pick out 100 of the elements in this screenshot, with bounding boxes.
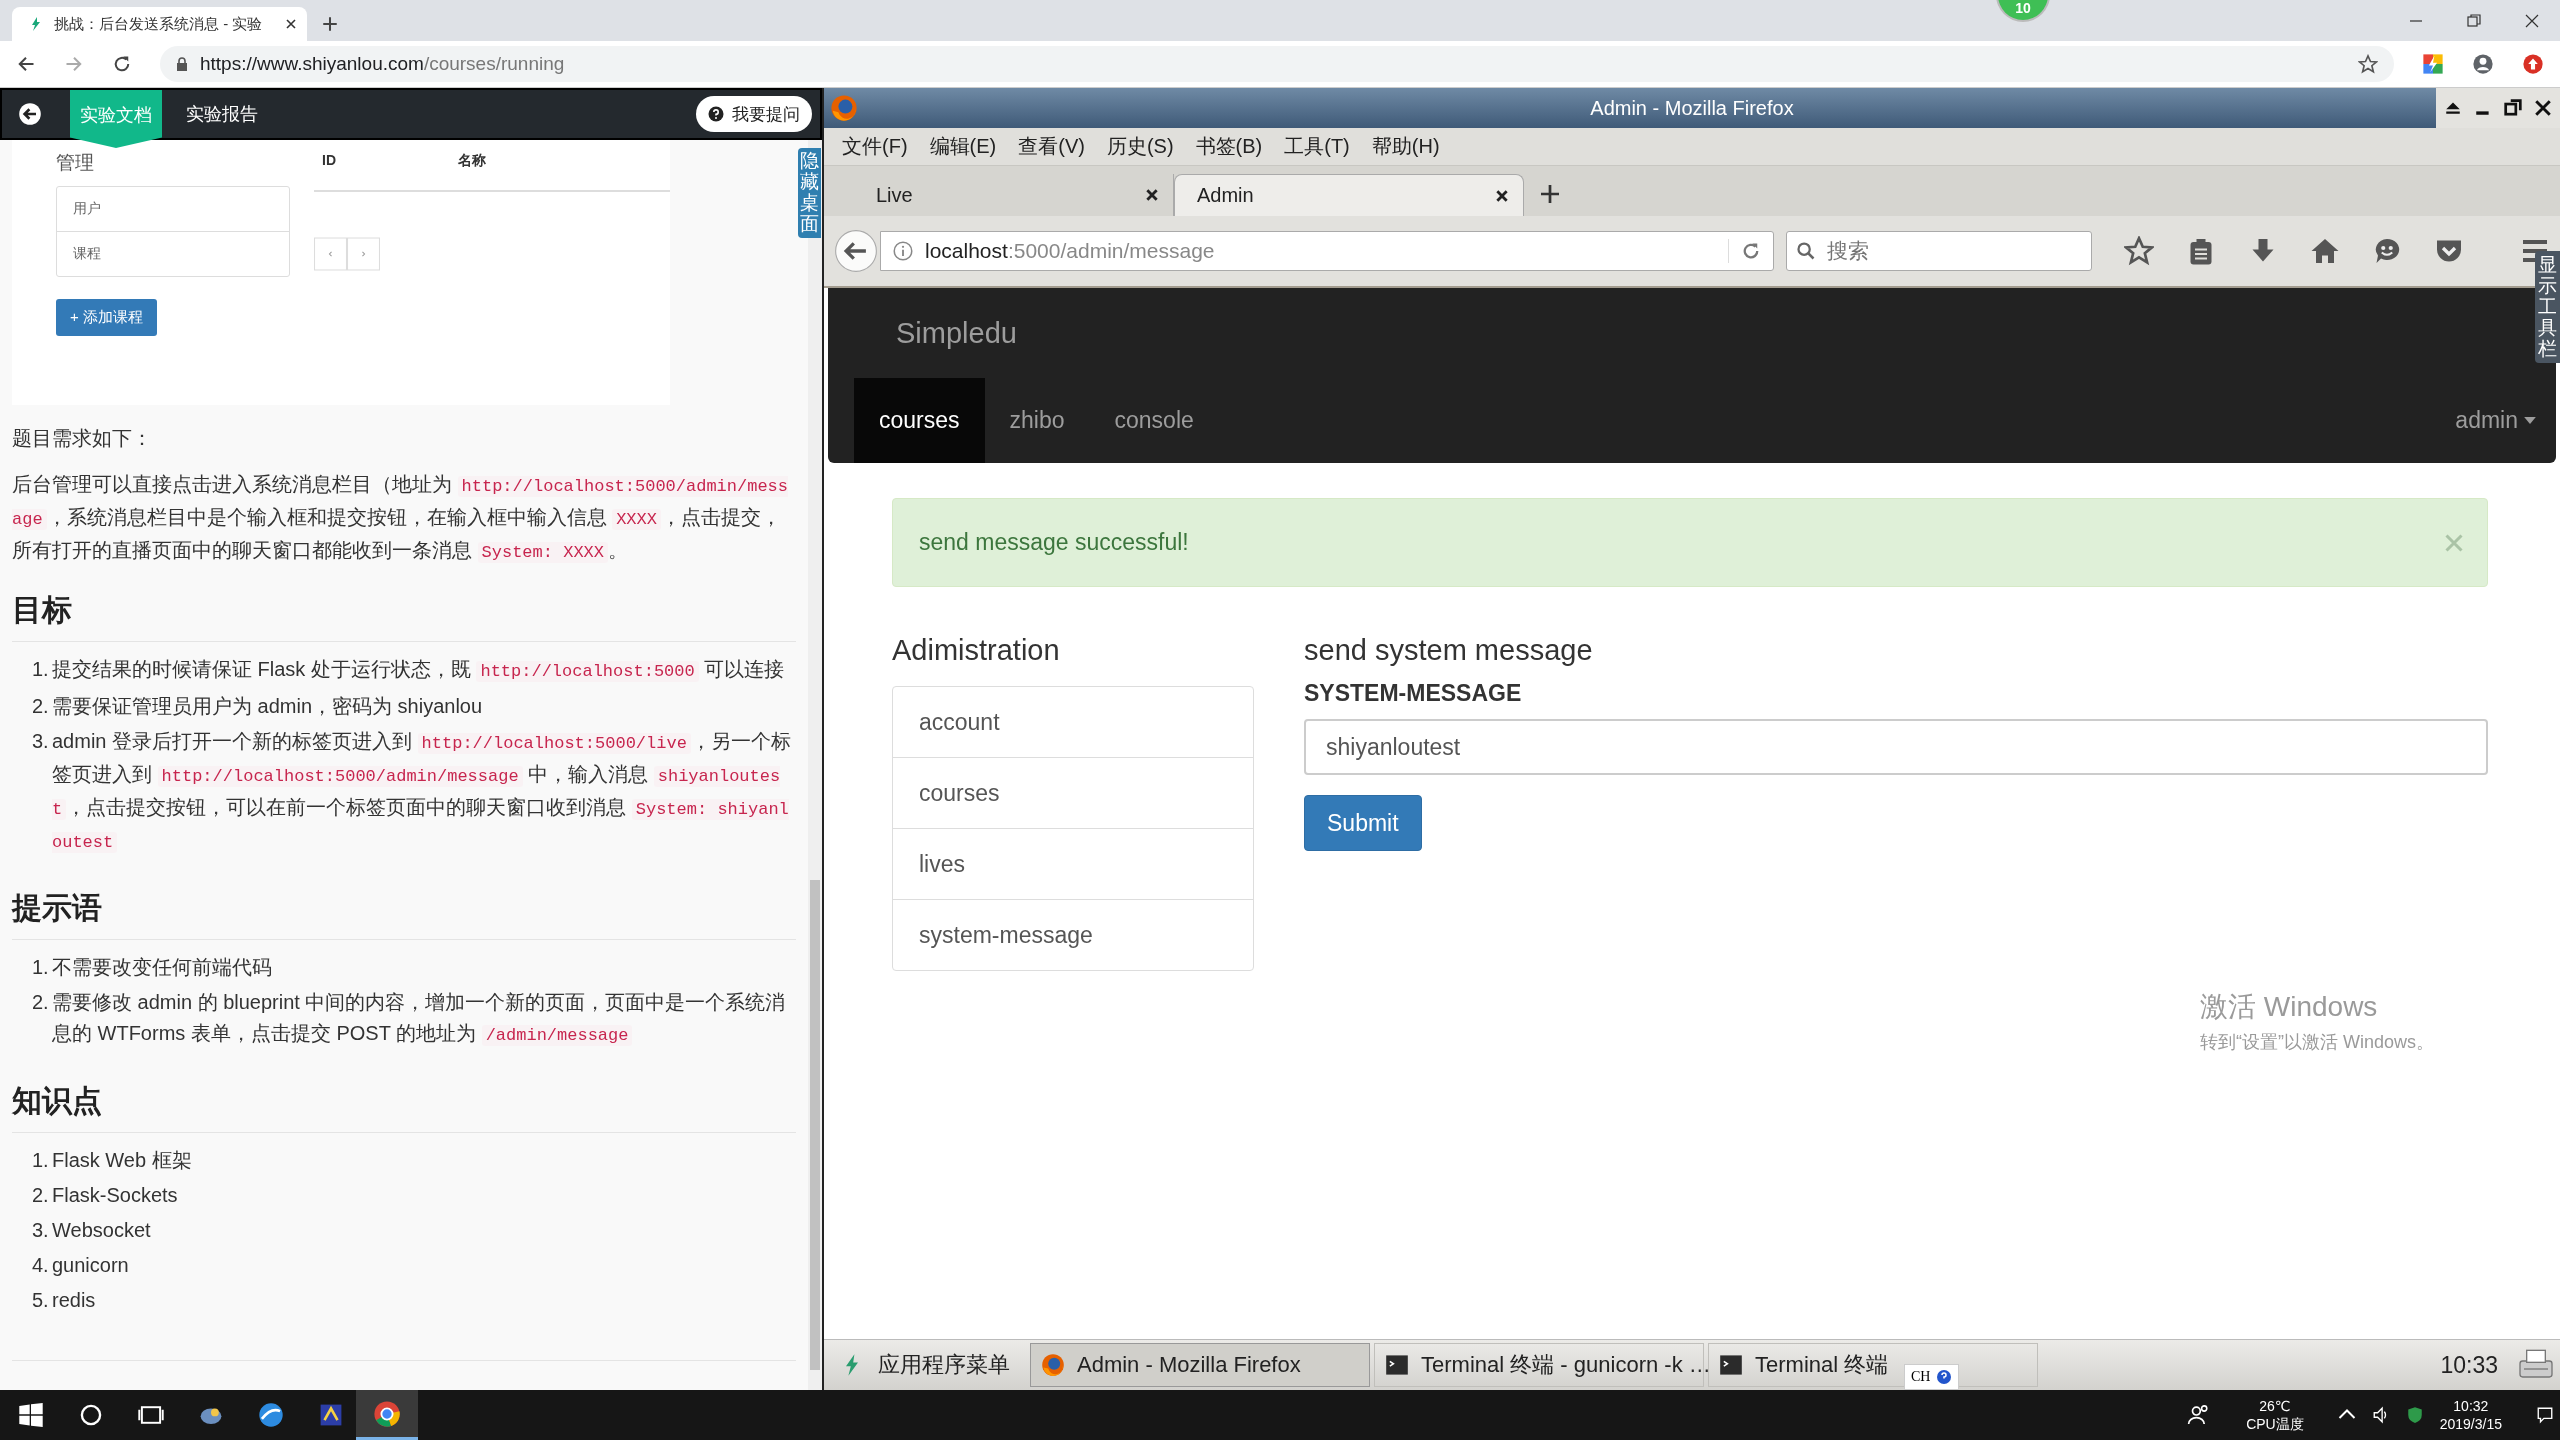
star-icon[interactable]	[2124, 236, 2154, 266]
list-item: 2. 需要保证管理员用户为 admin，密码为 shiyanlou	[32, 694, 484, 719]
help-icon	[708, 106, 724, 122]
menu-item[interactable]: 文件(F)	[832, 133, 918, 160]
brand-link[interactable]: Simpledu	[828, 288, 1017, 378]
sidebar-item[interactable]: lives	[893, 828, 1253, 899]
extension-icon[interactable]	[2422, 53, 2444, 75]
form-heading: send system message	[1304, 633, 1593, 668]
list-item: 4. gunicorn	[32, 1253, 130, 1278]
menu-item[interactable]: 历史(S)	[1096, 133, 1184, 160]
close-icon[interactable]	[1495, 188, 1509, 203]
back-icon[interactable]	[16, 54, 36, 74]
paragraph: 后台管理可以直接点击进入系统消息栏目（地址为 http://localhost:5000/admin/message ，系统消息栏目中是个输入框和提交按钮，在输入框中输入信息 XXXX ，点击提交，所有打开的直播页面中的聊天窗口都能收到一条消息 System: XXXX 。	[12, 472, 790, 565]
user-menu[interactable]: admin	[2455, 378, 2536, 463]
editor-app-icon[interactable]	[318, 1402, 344, 1428]
update-icon[interactable]	[2522, 53, 2544, 75]
close-icon[interactable]	[2534, 99, 2552, 117]
list-item: 2. Flask-Sockets	[32, 1183, 179, 1208]
reload-icon[interactable]	[112, 54, 132, 74]
address-bar[interactable]: localhost:5000/admin/message	[880, 231, 1774, 271]
intro-text: 题目需求如下：	[12, 426, 153, 451]
ask-button[interactable]: 我要提问	[696, 96, 812, 132]
reload-icon[interactable]	[1741, 241, 1761, 261]
shield-icon[interactable]	[2405, 1406, 2424, 1424]
section-heading: 提示语	[12, 888, 796, 940]
section-heading: 知识点	[12, 1081, 796, 1133]
caret-icon	[2524, 417, 2536, 424]
sidebar-item[interactable]: 课程	[57, 231, 289, 276]
list-item: 3. admin 登录后打开一个新的标签页进入到 http://localhost:5000/live ，另一个标签页进入到 http://localhost:5000/admin/message 中，输入消息 shiyanloutest ，点击提交按钮，可以在前一个标签页面中的聊天窗口收到消息 System: shiyanloutest	[32, 729, 792, 855]
back-icon[interactable]	[18, 102, 42, 126]
panel-clock: 10:33	[2440, 1351, 2498, 1379]
sensor-label: CPU温度	[2246, 1415, 2304, 1433]
maximize-icon[interactable]	[2504, 99, 2522, 117]
notification-badge: 10	[1996, 0, 2050, 22]
globe-app-icon[interactable]	[258, 1402, 284, 1428]
list-item: 3. Websocket	[32, 1218, 152, 1243]
hide-desktop-tab[interactable]: 隐藏桌面	[798, 148, 821, 238]
taskbar-app[interactable]	[356, 1390, 418, 1440]
menu-item[interactable]: 编辑(E)	[919, 133, 1007, 160]
profile-icon[interactable]	[2472, 53, 2494, 75]
window-title: Admin - Mozilla Firefox	[1590, 96, 1794, 120]
nav-tab[interactable]: console	[1089, 378, 1219, 463]
globe-icon	[830, 94, 858, 122]
list-item: 2. 需要修改 admin 的 blueprint 中间的内容，增加一个新的页面，页面中是一个系统消息的 WTForms 表单，点击提交 POST 的地址为 /admin/message	[32, 990, 787, 1048]
temperature-reading: 26℃	[2259, 1397, 2291, 1415]
menu-item[interactable]: 帮助(H)	[1361, 133, 1450, 160]
list-item: 1. Flask Web 框架	[32, 1148, 193, 1173]
nav-tab[interactable]: courses	[854, 378, 985, 463]
star-icon[interactable]	[2358, 54, 2378, 74]
search-icon	[1796, 241, 1816, 261]
sidebar-item[interactable]: account	[893, 687, 1253, 757]
list-item: 1. 不需要改变任何前端代码	[32, 955, 273, 980]
show-toolbar-tab[interactable]: 显示工具栏	[2535, 251, 2560, 364]
taskbar-task[interactable]: Admin - Mozilla Firefox	[1030, 1343, 1370, 1387]
menu-item[interactable]: 工具(T)	[1274, 133, 1360, 160]
scrollbar-thumb[interactable]	[810, 880, 820, 1370]
taskbar-time[interactable]: 10:32	[2453, 1397, 2489, 1415]
globe-icon	[1041, 1353, 1065, 1377]
list-item: 5. redis	[32, 1288, 97, 1313]
help-icon	[1936, 1369, 1953, 1385]
browser-tab[interactable]: Admin	[1174, 174, 1524, 216]
browser-tab[interactable]: 挑战：后台发送系统消息 - 实验	[12, 7, 307, 41]
home-icon[interactable]	[2310, 236, 2340, 266]
terminal-icon	[1719, 1353, 1743, 1377]
back-icon[interactable]	[834, 229, 878, 273]
menu-item[interactable]: 查看(V)	[1008, 133, 1095, 160]
close-icon[interactable]	[285, 18, 297, 30]
nav-tab[interactable]: zhibo	[984, 378, 1090, 463]
info-icon[interactable]	[893, 241, 913, 261]
message-field[interactable]: shiyanloutest	[1304, 719, 2488, 775]
field-label: SYSTEM-MESSAGE	[1304, 680, 1522, 707]
taskbar-date[interactable]: 2019/3/15	[2439, 1415, 2502, 1433]
add-course-button[interactable]: + 添加课程	[56, 299, 157, 336]
sidebar-heading: Adimistration	[892, 633, 1061, 668]
lock-icon	[176, 57, 188, 71]
address-bar[interactable]: https://www.shiyanlou.com/courses/running	[160, 46, 2394, 82]
input-method-bar[interactable]: CH	[1904, 1364, 1960, 1390]
chrome-style-icon	[373, 1399, 401, 1428]
list-item: 1. 提交结果的时候请保证 Flask 处于运行状态，既 http://localhost:5000 可以连接	[32, 657, 786, 684]
new-tab-icon[interactable]	[321, 15, 339, 33]
search-field[interactable]: 搜索	[1786, 231, 2092, 271]
close-icon[interactable]	[2524, 12, 2540, 29]
sidebar-item[interactable]: courses	[893, 757, 1253, 828]
notification-icon[interactable]	[2536, 1406, 2554, 1424]
search-icon[interactable]	[78, 1402, 104, 1428]
submit-button[interactable]: Submit	[1304, 795, 1422, 851]
windows-start-icon[interactable]	[18, 1402, 44, 1428]
sidebar-item[interactable]: 用户	[57, 187, 289, 231]
restore-icon[interactable]	[2466, 12, 2482, 29]
applications-menu[interactable]: 应用程序菜单	[834, 1350, 1026, 1380]
sidebar-item[interactable]: system-message	[893, 899, 1253, 970]
column-header: ID	[322, 152, 337, 170]
section-heading: 目标	[12, 590, 796, 642]
new-tab-icon[interactable]	[1538, 182, 1562, 206]
column-header: 名称	[458, 152, 487, 170]
sidebar-title: 管理	[56, 151, 95, 175]
doc-tab[interactable]: 实验报告	[176, 90, 268, 138]
close-icon[interactable]	[1145, 188, 1159, 202]
alert-message: send message successful!	[919, 529, 1190, 556]
menu-item[interactable]: 书签(B)	[1185, 133, 1273, 160]
